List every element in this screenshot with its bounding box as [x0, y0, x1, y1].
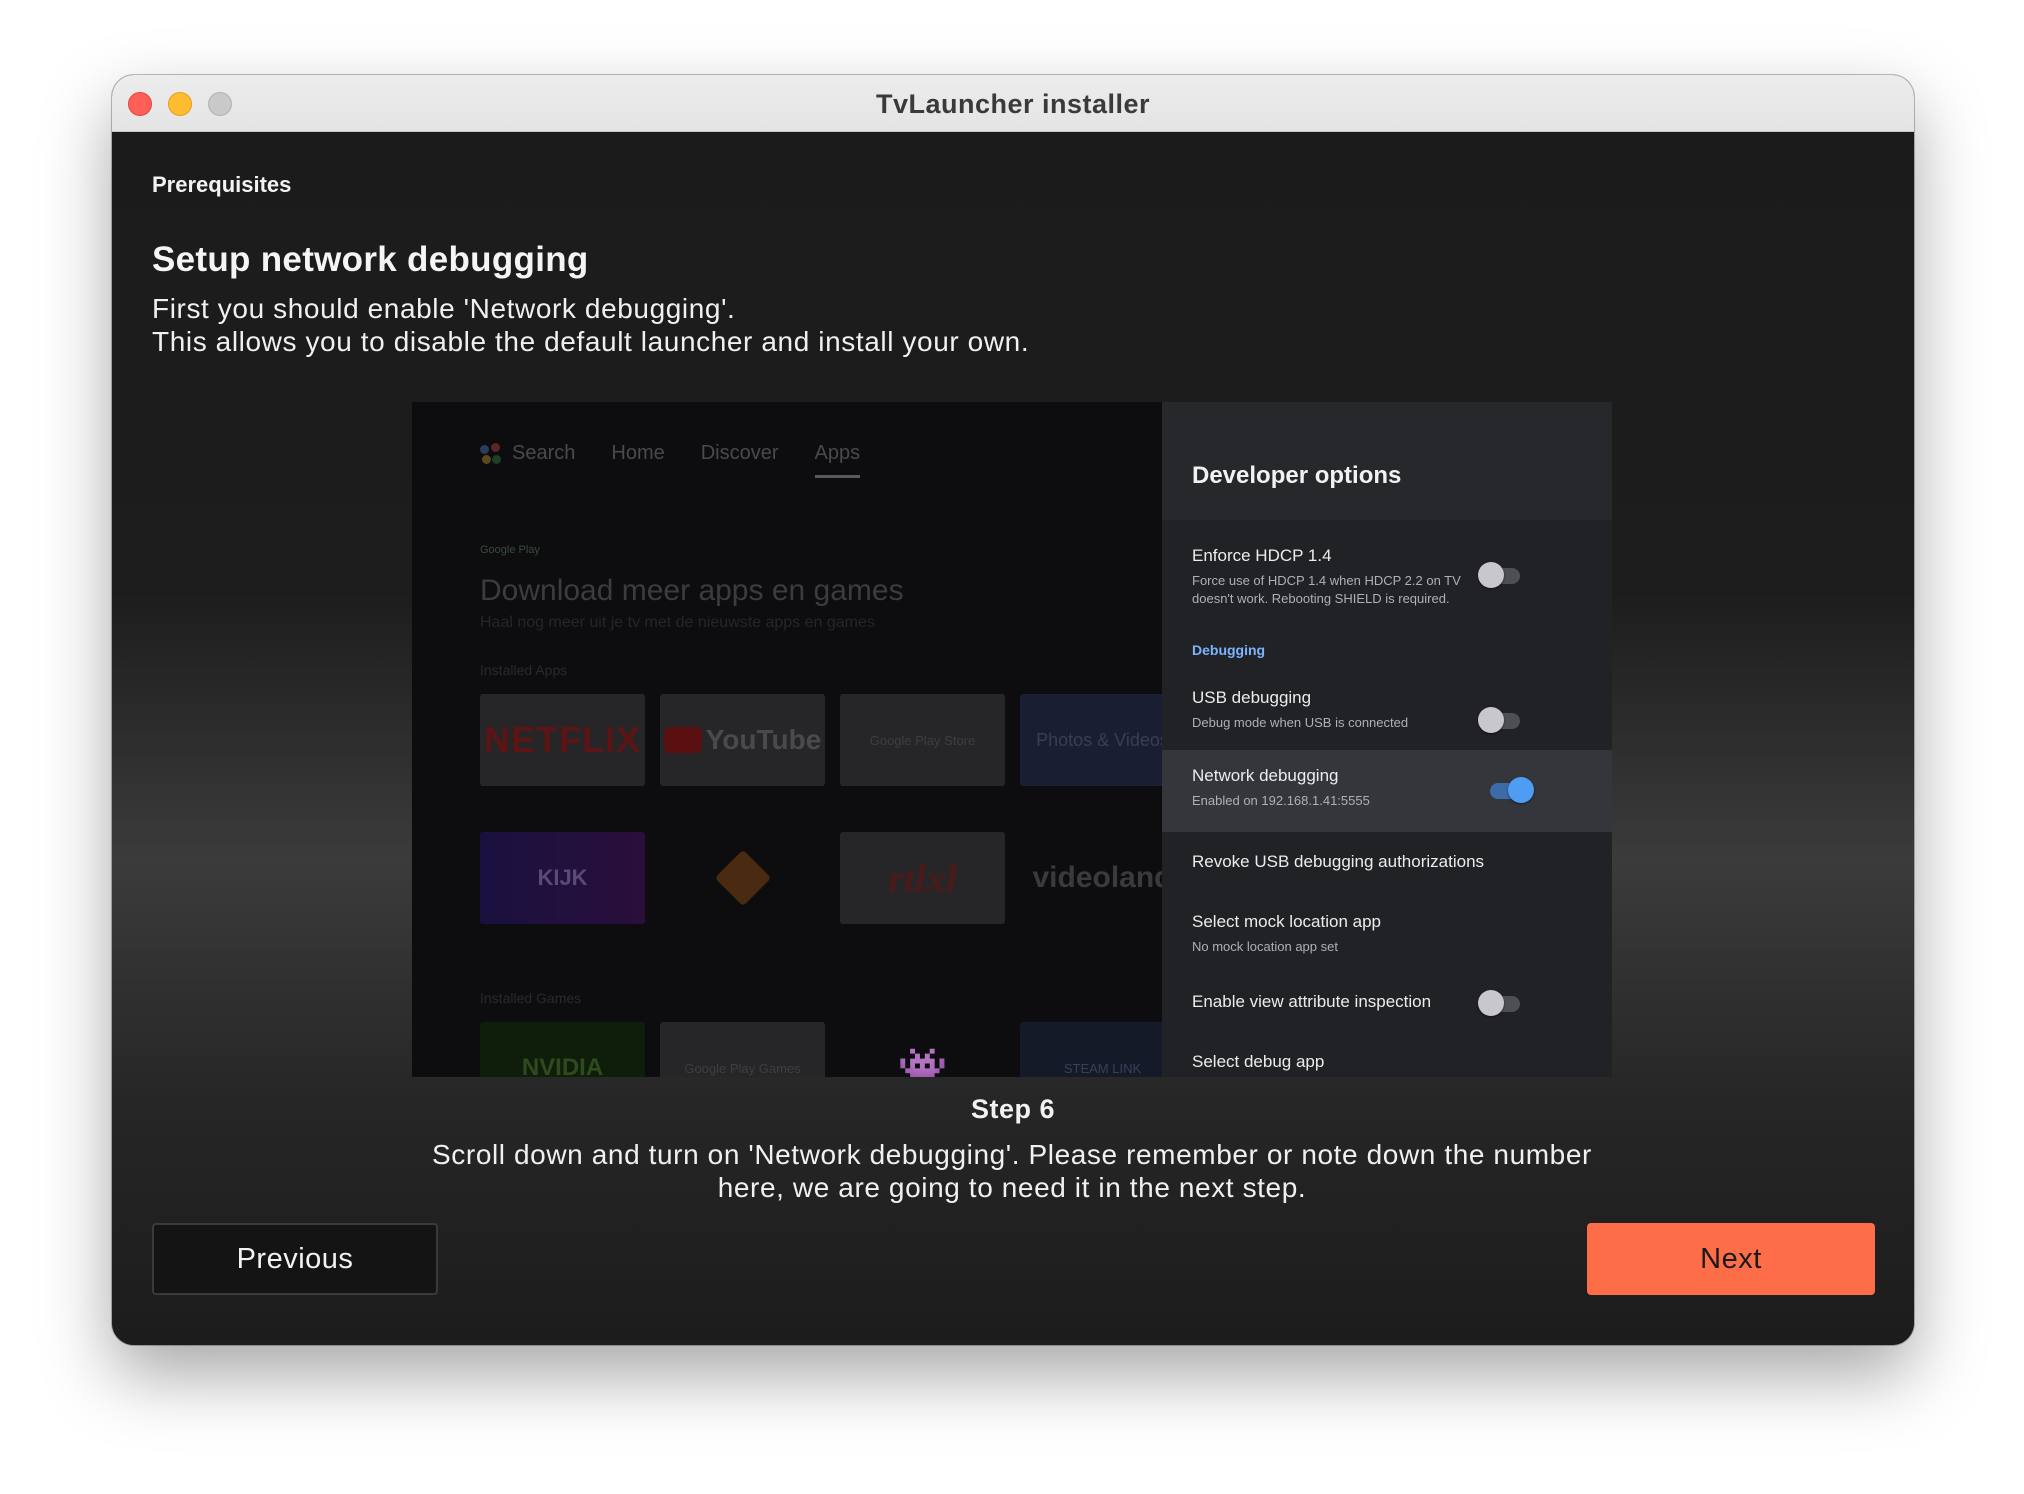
space-invader-icon: 👾: [897, 1046, 948, 1078]
developer-options-title: Developer options: [1192, 462, 1402, 489]
youtube-play-icon: [663, 727, 702, 753]
google-play-store-tile: Google Play Store: [840, 694, 1005, 786]
description-line-1: First you should enable 'Network debuggi…: [152, 293, 736, 324]
retroarch-tile: 👾: [840, 1022, 1005, 1077]
view-attribute-label: Enable view attribute inspection: [1192, 992, 1432, 1011]
tv-home-screen: Search Home Discover Apps Google Play Do…: [412, 402, 1162, 1077]
enforce-hdcp-label: Enforce HDCP 1.4: [1192, 546, 1332, 565]
view-attribute-toggle[interactable]: [1478, 990, 1520, 1016]
developer-options-header: Developer options: [1162, 402, 1612, 520]
tv-subline: Haal nog meer uit je tv met de nieuwste …: [480, 614, 875, 631]
usb-debugging-label: USB debugging: [1192, 688, 1312, 707]
step-description: Scroll down and turn on 'Network debuggi…: [432, 1139, 1592, 1203]
google-play-label: Google Play: [480, 544, 540, 556]
app-window: TvLauncher installer Prerequisites Setup…: [112, 75, 1914, 1345]
kijk-tile: KIJK: [480, 832, 645, 924]
revoke-usb-row[interactable]: Revoke USB debugging authorizations: [1162, 832, 1612, 892]
network-debugging-row[interactable]: Network debugging Enabled on 192.168.1.4…: [1162, 750, 1612, 832]
debug-app-row[interactable]: Select debug app: [1162, 1032, 1612, 1077]
photos-tile: Photos & Videos: [1020, 694, 1162, 786]
revoke-usb-label: Revoke USB debugging authorizations: [1192, 852, 1485, 871]
window-title: TvLauncher installer: [875, 89, 1151, 119]
breadcrumb: Prerequisites: [152, 172, 292, 197]
installed-games-label: Installed Games: [480, 990, 582, 1006]
videoland-tile: videoland: [1020, 832, 1162, 924]
view-attribute-row[interactable]: Enable view attribute inspection: [1162, 972, 1612, 1032]
rtlxl-tile: rtlxl: [840, 832, 1005, 924]
enforce-hdcp-row[interactable]: Enforce HDCP 1.4 Force use of HDCP 1.4 w…: [1162, 520, 1612, 620]
title-bar: TvLauncher installer: [112, 75, 1914, 132]
steam-link-tile: STEAM LINK: [1020, 1022, 1162, 1077]
next-button[interactable]: Next: [1587, 1223, 1875, 1295]
tv-nav-home: Home: [611, 442, 665, 464]
network-debugging-sub: Enabled on 192.168.1.41:5555: [1192, 793, 1370, 808]
google-play-games-tile: Google Play Games: [660, 1022, 825, 1077]
mock-location-row[interactable]: Select mock location app No mock locatio…: [1162, 892, 1612, 972]
mock-location-sub: No mock location app set: [1192, 939, 1338, 954]
network-debugging-toggle[interactable]: [1490, 777, 1534, 803]
enforce-hdcp-toggle[interactable]: [1478, 562, 1520, 588]
tv-nav: Search Home Discover Apps: [480, 442, 861, 478]
tv-nav-apps: Apps: [814, 442, 861, 478]
instruction-screenshot: Search Home Discover Apps Google Play Do…: [412, 402, 1612, 1077]
npo-logo-icon: [714, 849, 771, 907]
tv-headline: Download meer apps en games: [480, 574, 904, 607]
npo-tile: [660, 832, 825, 924]
nvidia-tile: NVIDIA: [480, 1022, 645, 1077]
usb-debugging-sub: Debug mode when USB is connected: [1192, 715, 1409, 730]
page-description: First you should enable 'Network debuggi…: [152, 292, 1029, 358]
description-line-2: This allows you to disable the default l…: [152, 326, 1030, 357]
tv-nav-search: Search: [480, 442, 575, 478]
youtube-tile: YouTube: [660, 694, 825, 786]
installed-apps-label: Installed Apps: [480, 662, 568, 678]
step-title: Step 6: [970, 1094, 1056, 1124]
enforce-hdcp-sub: Force use of HDCP 1.4 when HDCP 2.2 on T…: [1192, 573, 1461, 606]
previous-button[interactable]: Previous: [152, 1223, 438, 1295]
developer-options-panel: Developer options Enforce HDCP 1.4 Force…: [1162, 402, 1612, 1077]
page-title: Setup network debugging: [152, 240, 589, 279]
netflix-tile: NETFLIX: [480, 694, 645, 786]
mock-location-label: Select mock location app: [1192, 912, 1381, 931]
main-content: Prerequisites Setup network debugging Fi…: [112, 132, 1914, 1345]
network-debugging-label: Network debugging: [1192, 766, 1339, 785]
debugging-category: Debugging: [1192, 642, 1266, 658]
usb-debugging-toggle[interactable]: [1478, 707, 1520, 733]
tv-nav-discover: Discover: [700, 442, 779, 464]
debug-app-label: Select debug app: [1192, 1052, 1325, 1071]
usb-debugging-row[interactable]: USB debugging Debug mode when USB is con…: [1162, 672, 1612, 750]
google-assistant-icon: [480, 442, 502, 465]
